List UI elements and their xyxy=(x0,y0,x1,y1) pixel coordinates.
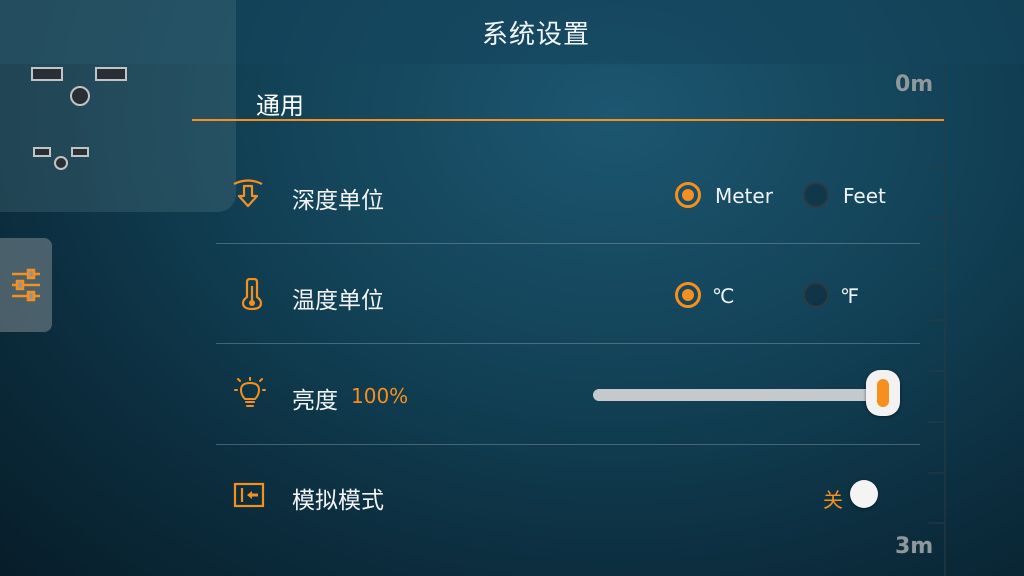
simulation-icon xyxy=(233,482,265,508)
scale-tick xyxy=(928,472,944,474)
scale-tick xyxy=(928,522,944,524)
simulation-mode-toggle[interactable] xyxy=(846,480,886,508)
brightness-slider-thumb[interactable] xyxy=(866,370,900,416)
simulation-mode-label: 模拟模式 xyxy=(292,488,384,514)
scale-tick xyxy=(928,165,944,167)
sensor-small-icon xyxy=(33,147,89,170)
scale-tick xyxy=(928,115,944,117)
settings-side-tab[interactable] xyxy=(0,238,52,332)
depth-scale-bottom-label: 3m xyxy=(895,534,934,559)
depth-arrow-icon xyxy=(233,179,263,208)
scale-tick xyxy=(928,268,944,270)
temperature-unit-fahrenheit-label[interactable]: ℉ xyxy=(840,284,859,308)
depth-scale-top-label: 0m xyxy=(895,72,934,97)
scale-tick xyxy=(928,319,944,321)
depth-unit-feet-label[interactable]: Feet xyxy=(843,184,886,208)
sliders-icon xyxy=(12,268,40,302)
thermometer-icon xyxy=(241,278,263,310)
brightness-value: 100% xyxy=(351,384,409,408)
depth-unit-meter-radio[interactable] xyxy=(675,182,701,208)
toggle-knob[interactable] xyxy=(850,480,878,508)
simulation-mode-state: 关 xyxy=(823,488,843,512)
section-underline xyxy=(192,119,944,121)
temperature-unit-celsius-radio[interactable] xyxy=(675,282,701,308)
depth-scale-line xyxy=(944,64,946,576)
left-overlay-panel xyxy=(0,0,236,212)
temperature-unit-celsius-label[interactable]: ℃ xyxy=(712,284,734,308)
lightbulb-icon xyxy=(234,377,266,407)
scale-tick xyxy=(928,217,944,219)
row-divider xyxy=(216,343,920,344)
depth-unit-label: 深度单位 xyxy=(292,188,384,214)
section-title-general: 通用 xyxy=(256,92,304,120)
row-divider xyxy=(216,444,920,445)
row-divider xyxy=(216,243,920,244)
depth-unit-meter-label[interactable]: Meter xyxy=(715,184,773,208)
brightness-slider-track[interactable] xyxy=(593,389,879,401)
brightness-label: 亮度 xyxy=(292,388,338,414)
scale-tick xyxy=(928,421,944,423)
depth-unit-feet-radio[interactable] xyxy=(803,182,829,208)
temperature-unit-label: 温度单位 xyxy=(292,288,384,314)
scale-tick xyxy=(928,370,944,372)
temperature-unit-fahrenheit-radio[interactable] xyxy=(803,282,829,308)
sensor-layout-icon xyxy=(31,67,127,106)
